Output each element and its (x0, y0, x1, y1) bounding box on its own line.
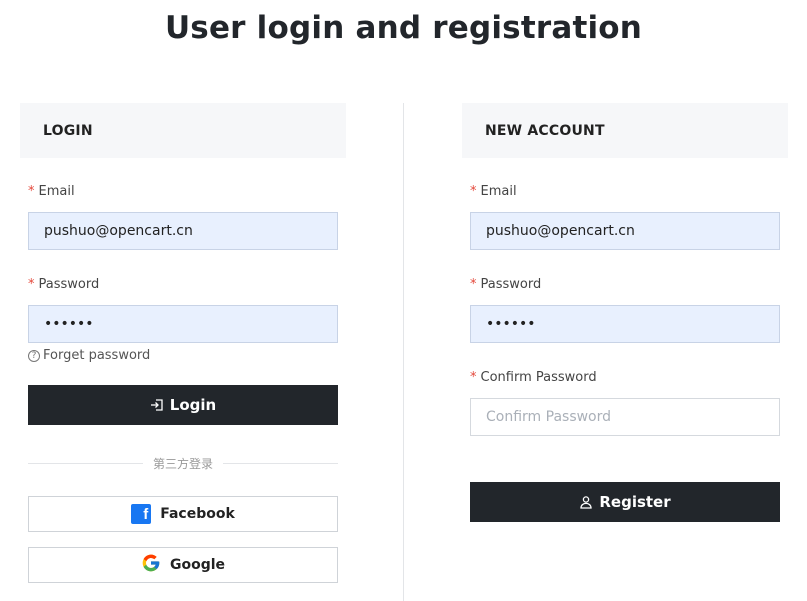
register-email-input[interactable] (470, 212, 780, 250)
third-party-separator: 第三方登录 (28, 455, 339, 472)
required-marker: * (470, 184, 477, 199)
login-panel: LOGIN *Email *Password ? Forget password (20, 103, 346, 583)
facebook-login-button[interactable]: f Facebook (28, 496, 338, 532)
column-divider (403, 103, 404, 601)
register-password-input[interactable] (470, 305, 780, 343)
login-password-label: * Password (28, 277, 100, 292)
forget-password-link[interactable]: ? Forget password (28, 348, 338, 363)
required-marker: * (470, 370, 477, 385)
required-marker: * (28, 184, 35, 199)
login-form: *Email *Password ? Forget password Login (28, 183, 339, 583)
register-form: *Email *Password *Confirm Password Reg (470, 183, 780, 522)
required-marker: * (470, 277, 477, 292)
login-email-label: * Email (28, 184, 75, 199)
register-email-label: * Email (470, 184, 517, 199)
google-icon (141, 553, 161, 577)
user-icon (579, 495, 593, 509)
login-arrow-icon (150, 398, 164, 412)
login-email-input[interactable] (28, 212, 338, 250)
google-login-button[interactable]: Google (28, 547, 338, 583)
page-title: User login and registration (164, 10, 643, 46)
login-password-input[interactable] (28, 305, 338, 343)
confirm-password-input[interactable] (470, 398, 780, 436)
login-header: LOGIN (20, 103, 346, 158)
register-button[interactable]: Register (470, 482, 780, 522)
facebook-icon: f (131, 504, 152, 524)
question-circle-icon: ? (28, 349, 40, 362)
login-button[interactable]: Login (28, 385, 338, 425)
register-panel: NEW ACCOUNT *Email *Password *Confirm Pa… (462, 103, 788, 522)
register-header: NEW ACCOUNT (462, 103, 788, 158)
confirm-password-label: * Confirm Password (470, 370, 597, 385)
required-marker: * (28, 277, 35, 292)
register-password-label: * Password (470, 277, 542, 292)
